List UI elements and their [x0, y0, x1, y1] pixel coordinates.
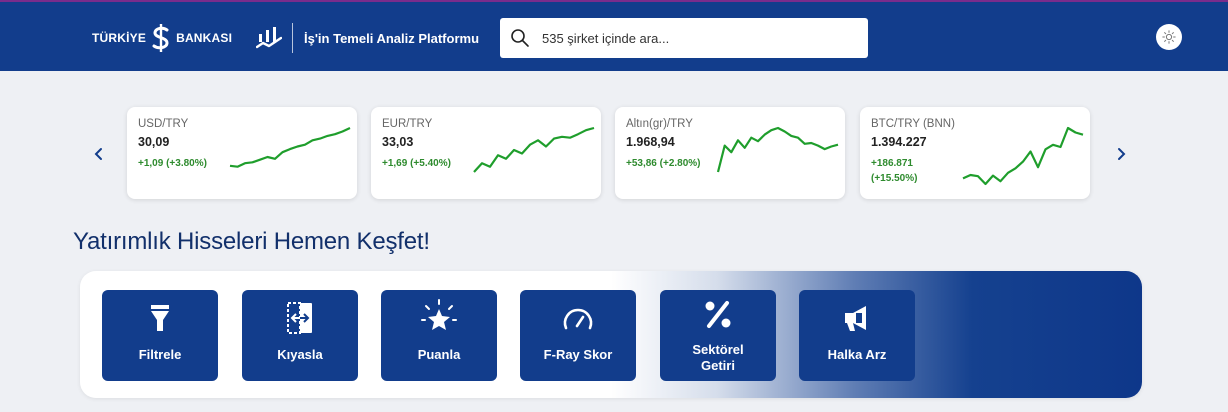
compare-button[interactable]: Kıyasla: [242, 290, 358, 381]
section-title: Yatırımlık Hisseleri Hemen Keşfet!: [73, 228, 430, 255]
ticker-name: BTC/TRY (BNN): [871, 118, 955, 130]
ticker-change: +1,09 (+3.80%): [138, 158, 207, 169]
ticker-change: +1,69 (+5.40%): [382, 158, 451, 169]
filter-button[interactable]: Filtrele: [102, 290, 218, 381]
ipo-button[interactable]: Halka Arz: [799, 290, 915, 381]
bank-logo-mark-icon: [152, 23, 169, 52]
ticker-card[interactable]: USD/TRY 30,09 +1,09 (+3.80%): [127, 107, 357, 199]
ticker-price: 33,03: [382, 135, 414, 149]
ticker-change: +186.871 (+15.50%): [871, 158, 918, 184]
ticker-sparkline: [716, 126, 839, 173]
megaphone-icon: [845, 306, 866, 331]
bank-logo-word-left: TÜRKİYE: [92, 31, 147, 45]
ticker-change: +53,86 (+2.80%): [626, 158, 701, 169]
top-navigation-bar: TÜRKİYE BANKASI İş'in Temeli Analiz Plat…: [0, 0, 1228, 71]
ticker-price: 1.394.227: [871, 135, 927, 149]
search-input[interactable]: [542, 19, 852, 57]
ticker-sparkline: [962, 126, 1084, 186]
chevron-left-icon: [94, 148, 102, 160]
ticker-prev-button[interactable]: [89, 140, 109, 168]
chevron-right-icon: [1118, 148, 1126, 160]
search-box: [500, 18, 868, 58]
compare-icon: [287, 302, 312, 334]
ticker-card[interactable]: BTC/TRY (BNN) 1.394.227 +186.871 (+15.50…: [860, 107, 1090, 199]
ticker-card[interactable]: EUR/TRY 33,03 +1,69 (+5.40%): [371, 107, 601, 199]
sparkline-path: [716, 126, 839, 173]
sparkline-path: [962, 126, 1084, 186]
filter-icon: [151, 305, 169, 331]
platform-title: İş'in Temeli Analiz Platformu: [304, 30, 480, 46]
ipo-button-label: Halka Arz: [827, 347, 887, 362]
ticker-name: EUR/TRY: [382, 118, 433, 130]
rate-button-label: Puanla: [417, 347, 461, 362]
ticker-sparkline: [473, 126, 595, 173]
ticker-next-button[interactable]: [1111, 140, 1131, 168]
gauge-icon: [563, 308, 593, 330]
platform-logo-icon: [256, 27, 282, 49]
sun-icon: [1162, 30, 1176, 44]
bank-logo[interactable]: TÜRKİYE BANKASI: [92, 23, 232, 53]
sparkline-path: [473, 126, 595, 173]
percent-icon: [705, 301, 731, 328]
filter-button-label: Filtrele: [138, 347, 182, 362]
ticker-name: Altın(gr)/TRY: [626, 118, 693, 130]
sector-return-button[interactable]: Sektörel Getiri: [660, 290, 776, 381]
sparkline-path: [229, 127, 351, 168]
ticker-name: USD/TRY: [138, 118, 189, 130]
bank-logo-word-right: BANKASI: [176, 31, 233, 45]
platform-brand[interactable]: İş'in Temeli Analiz Platformu: [256, 22, 479, 54]
ticker-sparkline: [229, 127, 351, 168]
fray-score-button[interactable]: F-Ray Skor: [520, 290, 636, 381]
star-rating-icon: [421, 299, 457, 330]
ticker-card[interactable]: Altın(gr)/TRY 1.968,94 +53,86 (+2.80%): [615, 107, 845, 199]
theme-toggle-button[interactable]: [1156, 24, 1182, 50]
platform-divider: [292, 23, 293, 53]
rate-button[interactable]: Puanla: [381, 290, 497, 381]
fray-score-button-label: F-Ray Skor: [543, 347, 613, 362]
sector-return-button-label: Sektörel Getiri: [692, 342, 744, 373]
ticker-price: 30,09: [138, 135, 170, 149]
ticker-price: 1.968,94: [626, 135, 675, 149]
search-icon[interactable]: [500, 18, 540, 58]
compare-button-label: Kıyasla: [277, 347, 323, 362]
